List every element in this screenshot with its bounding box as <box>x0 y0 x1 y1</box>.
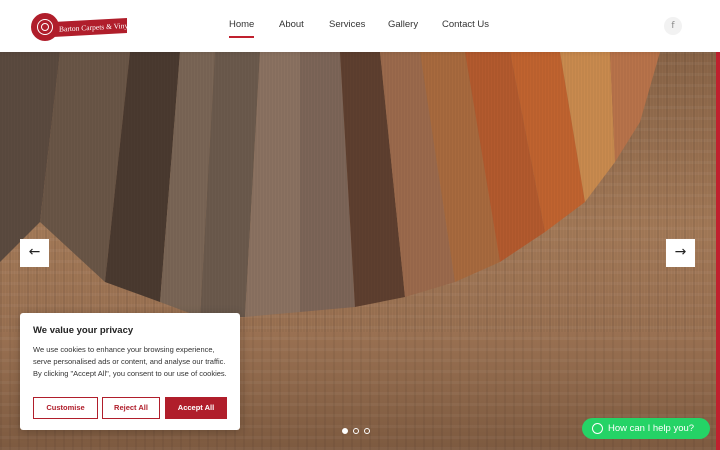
whatsapp-icon <box>592 423 603 434</box>
wood-sample-strips <box>0 52 716 332</box>
cookie-title: We value your privacy <box>33 325 134 336</box>
site-header: Barton Carpets & Vinyls Home About Servi… <box>0 0 720 52</box>
slider-dot-2[interactable] <box>353 428 359 434</box>
nav-contact-us[interactable]: Contact Us <box>442 19 489 30</box>
site-logo[interactable]: Barton Carpets & Vinyls <box>31 13 127 41</box>
whatsapp-chat-button[interactable]: How can I help you? <box>582 418 710 439</box>
logo-ring <box>41 23 49 31</box>
slider-next-arrow-icon[interactable]: → <box>666 239 695 267</box>
facebook-icon[interactable]: f <box>664 17 682 35</box>
slider-dot-1[interactable] <box>342 428 348 434</box>
slider-dot-3[interactable] <box>364 428 370 434</box>
nav-home[interactable]: Home <box>229 19 255 38</box>
nav-gallery[interactable]: Gallery <box>388 19 418 30</box>
accent-edge-bar <box>716 52 720 450</box>
nav-about[interactable]: About <box>279 19 304 30</box>
customise-button[interactable]: Customise <box>33 397 98 419</box>
whatsapp-label: How can I help you? <box>608 423 695 434</box>
cookie-message: We use cookies to enhance your browsing … <box>33 345 227 378</box>
logo-text: Barton Carpets & Vinyls <box>53 18 127 37</box>
accept-all-button[interactable]: Accept All <box>165 397 227 419</box>
nav-services[interactable]: Services <box>329 19 365 30</box>
slider-prev-arrow-icon[interactable]: ← <box>20 239 49 267</box>
reject-all-button[interactable]: Reject All <box>102 397 160 419</box>
